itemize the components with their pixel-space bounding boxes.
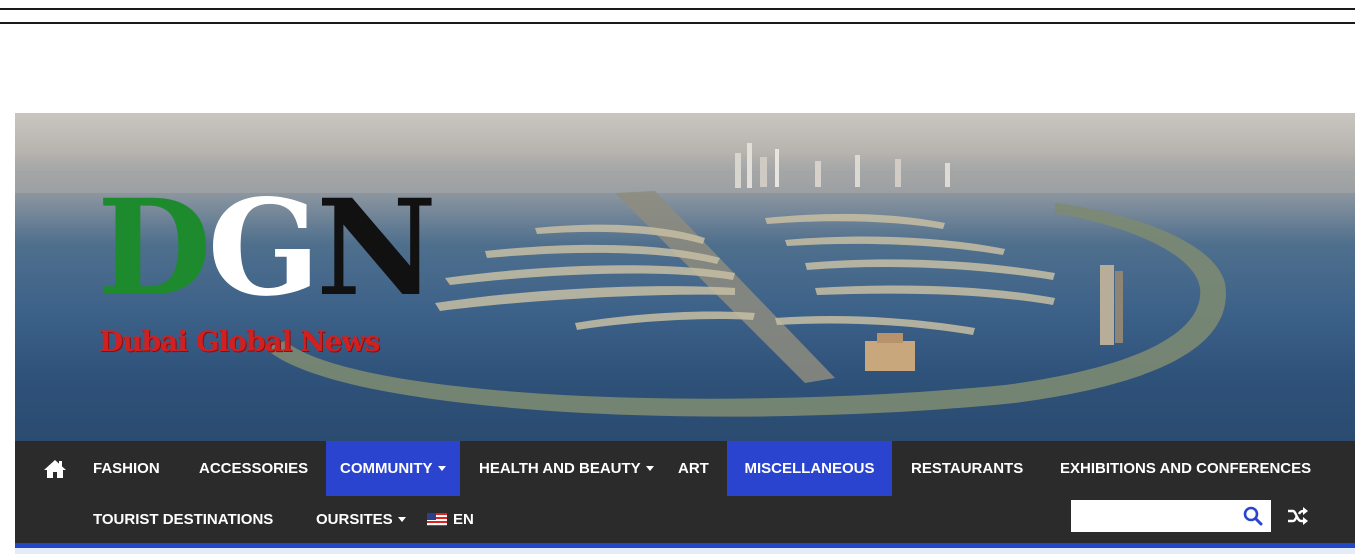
search-button[interactable] bbox=[1241, 504, 1265, 528]
nav-item-label: TOURIST DESTINATIONS bbox=[93, 511, 274, 528]
logo-letter-g: G bbox=[207, 171, 320, 326]
logo-tagline: Dubai Global News bbox=[99, 325, 380, 358]
content-top-edge bbox=[15, 548, 1355, 554]
chevron-down-icon bbox=[437, 466, 446, 471]
chevron-down-icon bbox=[645, 466, 654, 471]
nav-item-art[interactable]: ART bbox=[664, 441, 723, 496]
site-logo[interactable]: D G N Dubai Global News bbox=[97, 183, 437, 383]
nav-item-fashion[interactable]: FASHION bbox=[79, 441, 174, 496]
logo-letter-d: D bbox=[97, 171, 211, 326]
language-switcher[interactable]: EN bbox=[413, 496, 488, 543]
nav-item-label: OURSITES bbox=[316, 511, 393, 528]
nav-item-accessories[interactable]: ACCESSORIES bbox=[185, 441, 322, 496]
nav-item-tourist-destinations[interactable]: TOURIST DESTINATIONS bbox=[79, 496, 287, 543]
nav-item-label: RESTAURANTS bbox=[911, 460, 1024, 477]
language-label: EN bbox=[453, 511, 474, 528]
nav-item-exhibitions-and-conferences[interactable]: EXHIBITIONS AND CONFERENCES bbox=[1046, 441, 1325, 496]
logo-letters: D G N bbox=[97, 171, 437, 326]
search-box bbox=[1071, 500, 1271, 532]
top-rule bbox=[0, 8, 1355, 10]
logo-letter-n: N bbox=[316, 171, 437, 326]
nav-item-label: MISCELLANEOUS bbox=[744, 460, 875, 477]
shuffle-icon bbox=[1288, 507, 1308, 525]
us-flag-icon bbox=[427, 513, 447, 526]
nav-item-label: EXHIBITIONS AND CONFERENCES bbox=[1060, 460, 1312, 477]
nav-item-label: COMMUNITY bbox=[340, 460, 433, 477]
nav-item-miscellaneous[interactable]: MISCELLANEOUS bbox=[727, 441, 892, 496]
random-article-button[interactable] bbox=[1283, 501, 1313, 531]
nav-item-label: ART bbox=[678, 460, 709, 477]
home-button[interactable] bbox=[33, 441, 77, 496]
nav-item-label: FASHION bbox=[93, 460, 160, 477]
home-icon bbox=[44, 459, 66, 478]
nav-item-community[interactable]: COMMUNITY bbox=[326, 441, 460, 496]
nav-item-oursites[interactable]: OURSITES bbox=[302, 496, 420, 543]
search-icon bbox=[1243, 506, 1263, 526]
nav-item-label: HEALTH AND BEAUTY bbox=[479, 460, 641, 477]
nav-item-restaurants[interactable]: RESTAURANTS bbox=[897, 441, 1037, 496]
chevron-down-icon bbox=[397, 517, 406, 522]
nav-item-health-and-beauty[interactable]: HEALTH AND BEAUTY bbox=[465, 441, 668, 496]
nav-item-label: ACCESSORIES bbox=[199, 460, 309, 477]
header-banner: D G N Dubai Global News bbox=[15, 113, 1355, 441]
top-rule bbox=[0, 22, 1355, 24]
main-navigation: FASHION ACCESSORIES COMMUNITY HEALTH AND… bbox=[15, 441, 1355, 543]
search-input[interactable] bbox=[1071, 500, 1231, 532]
